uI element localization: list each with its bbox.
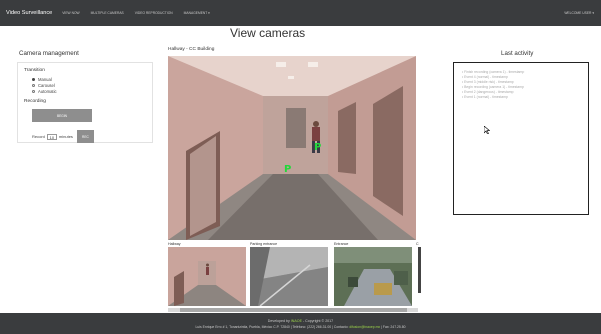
svg-text:P: P (314, 142, 321, 153)
footer-developed-prefix: Developed by (267, 319, 291, 323)
radio-label: Carousel (38, 83, 55, 88)
nav-menu: View now Multiple cameras Video reproduc… (62, 11, 221, 15)
brand-link[interactable]: Video Surveillance (6, 10, 52, 16)
activity-list: • Finish recording (camera 1) - timestam… (462, 70, 524, 99)
record-minutes-input[interactable]: 10 (46, 133, 57, 140)
nav-view-now[interactable]: View now (62, 11, 79, 15)
activity-item: • Event 1 (normal) - timestamp (462, 94, 508, 99)
hallway-thumbnail-image (168, 247, 246, 306)
radio-button[interactable] (32, 84, 35, 87)
camera-management-title: Camera management (19, 50, 79, 57)
user-menu[interactable]: Welcome User ▾ (564, 11, 594, 15)
mouse-cursor-icon (484, 126, 490, 134)
activity-text: Finish recording (camera 1) - timestamp (464, 70, 525, 74)
footer-developer-link[interactable]: INAOE (291, 319, 302, 323)
radio-button[interactable] (32, 90, 35, 93)
radio-button[interactable] (32, 78, 35, 81)
minutes-label: minutes (58, 134, 73, 139)
thumb-label-parking: Parking entrance (250, 242, 278, 246)
footer-address: Luis Enrique Erro # 1, Tonantzintla, Pue… (195, 325, 350, 329)
radio-automatic[interactable]: Automatic (32, 89, 57, 94)
navbar: Video Surveillance View now Multiple cam… (0, 0, 601, 26)
main-camera-title: Hallway - CC Building (168, 47, 215, 52)
activity-text: Begin recording (camera 1) - timestamp (464, 84, 524, 89)
nav-video-reproduction[interactable]: Video reproduction (135, 11, 173, 15)
activity-text: Event 1 (normal) - timestamp (464, 94, 508, 99)
page-title: View cameras (230, 26, 306, 40)
radio-carousel[interactable]: Carousel (32, 83, 55, 88)
nav-multiple-cameras[interactable]: Multiple cameras (91, 11, 124, 15)
scrollbar-thumb[interactable] (180, 308, 407, 312)
thumb-label-next: C (416, 242, 419, 246)
record-controls: Record 10 minutes Rec (32, 130, 94, 143)
parking-thumbnail-image (250, 247, 328, 306)
activity-text: Event 3 (middle risk) - timestamp (464, 79, 514, 84)
hallway-camera-feed: P P (168, 56, 416, 240)
rec-button[interactable]: Rec (76, 130, 94, 143)
transition-label: Transition (24, 68, 45, 73)
camera-management-panel: Transition Manual Carousel Automatic Rec… (17, 62, 153, 143)
thumbnail-vertical-scrollbar[interactable] (418, 247, 421, 293)
radio-label: Automatic (38, 89, 57, 94)
activity-text: Event 2 (dangerous) - timestamp (464, 89, 514, 94)
radio-label: Manual (38, 77, 52, 82)
nav-management-dropdown[interactable]: Management ▾ (184, 11, 210, 15)
thumb-entrance[interactable] (334, 247, 412, 306)
activity-text: Event 4 (normal) - timestamp (464, 74, 508, 79)
last-activity-panel: • Finish recording (camera 1) - timestam… (453, 62, 589, 215)
footer-contact: Luis Enrique Erro # 1, Tonantzintla, Pue… (0, 325, 601, 329)
record-label: Record (32, 134, 45, 139)
footer-copyright: - Copyright © 2017 (301, 319, 334, 323)
begin-button[interactable]: Begin (32, 109, 92, 122)
footer: Developed by INAOE - Copyright © 2017 Lu… (0, 313, 601, 334)
last-activity-title: Last activity (501, 50, 534, 57)
recording-label: Recording (24, 99, 46, 104)
radio-manual[interactable]: Manual (32, 77, 52, 82)
main-camera-view[interactable]: P P (168, 56, 416, 240)
thumb-parking-entrance[interactable] (250, 247, 328, 306)
entrance-thumbnail-image (334, 247, 412, 306)
thumb-hallway[interactable] (168, 247, 246, 306)
thumb-label-entrance: Entrance (334, 242, 349, 246)
footer-email-link[interactable]: difusion@inaoep.mx (349, 325, 380, 329)
svg-text:P: P (284, 164, 291, 175)
thumb-label-hallway: Hallway (168, 242, 181, 246)
footer-credits: Developed by INAOE - Copyright © 2017 (0, 319, 601, 323)
footer-fax: | Fax: 247.25.80 (380, 325, 406, 329)
